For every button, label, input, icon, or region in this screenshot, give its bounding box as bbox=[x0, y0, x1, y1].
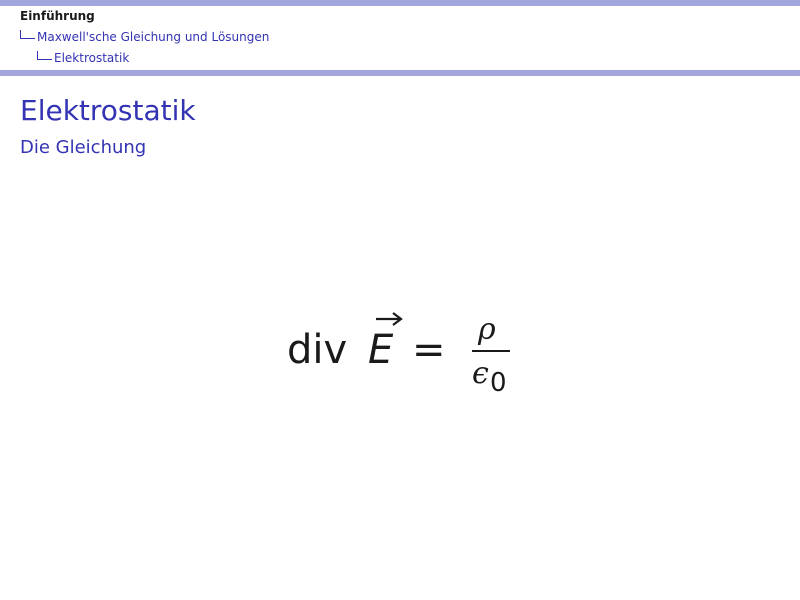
breadcrumb-subsubsection[interactable]: Elektrostatik bbox=[37, 51, 129, 65]
tree-branch-icon bbox=[37, 51, 52, 60]
electric-field-symbol: E bbox=[368, 327, 394, 373]
breadcrumb-subsection-label: Maxwell'sche Gleichung und Lösungen bbox=[37, 30, 270, 44]
permittivity-subscript: 0 bbox=[490, 368, 507, 398]
breadcrumb: Einführung Maxwell'sche Gleichung und Lö… bbox=[0, 6, 800, 70]
divergence-operator: div bbox=[287, 327, 347, 373]
charge-density-symbol: ρ bbox=[477, 312, 496, 347]
frame-subtitle: Die Gleichung bbox=[20, 137, 147, 158]
gauss-law-equation: div E = ρ ϵ 0 bbox=[287, 312, 510, 398]
breadcrumb-section[interactable]: Einführung bbox=[20, 9, 95, 23]
permittivity-symbol: ϵ bbox=[472, 356, 489, 391]
equals-sign: = bbox=[412, 327, 446, 373]
breadcrumb-subsubsection-label: Elektrostatik bbox=[54, 51, 130, 65]
frame-title: Elektrostatik bbox=[20, 94, 196, 127]
vector-arrow-icon bbox=[376, 312, 403, 326]
breadcrumb-subsection[interactable]: Maxwell'sche Gleichung und Lösungen bbox=[20, 30, 269, 44]
tree-branch-icon bbox=[20, 30, 35, 39]
header-bottom-bar bbox=[0, 70, 800, 76]
